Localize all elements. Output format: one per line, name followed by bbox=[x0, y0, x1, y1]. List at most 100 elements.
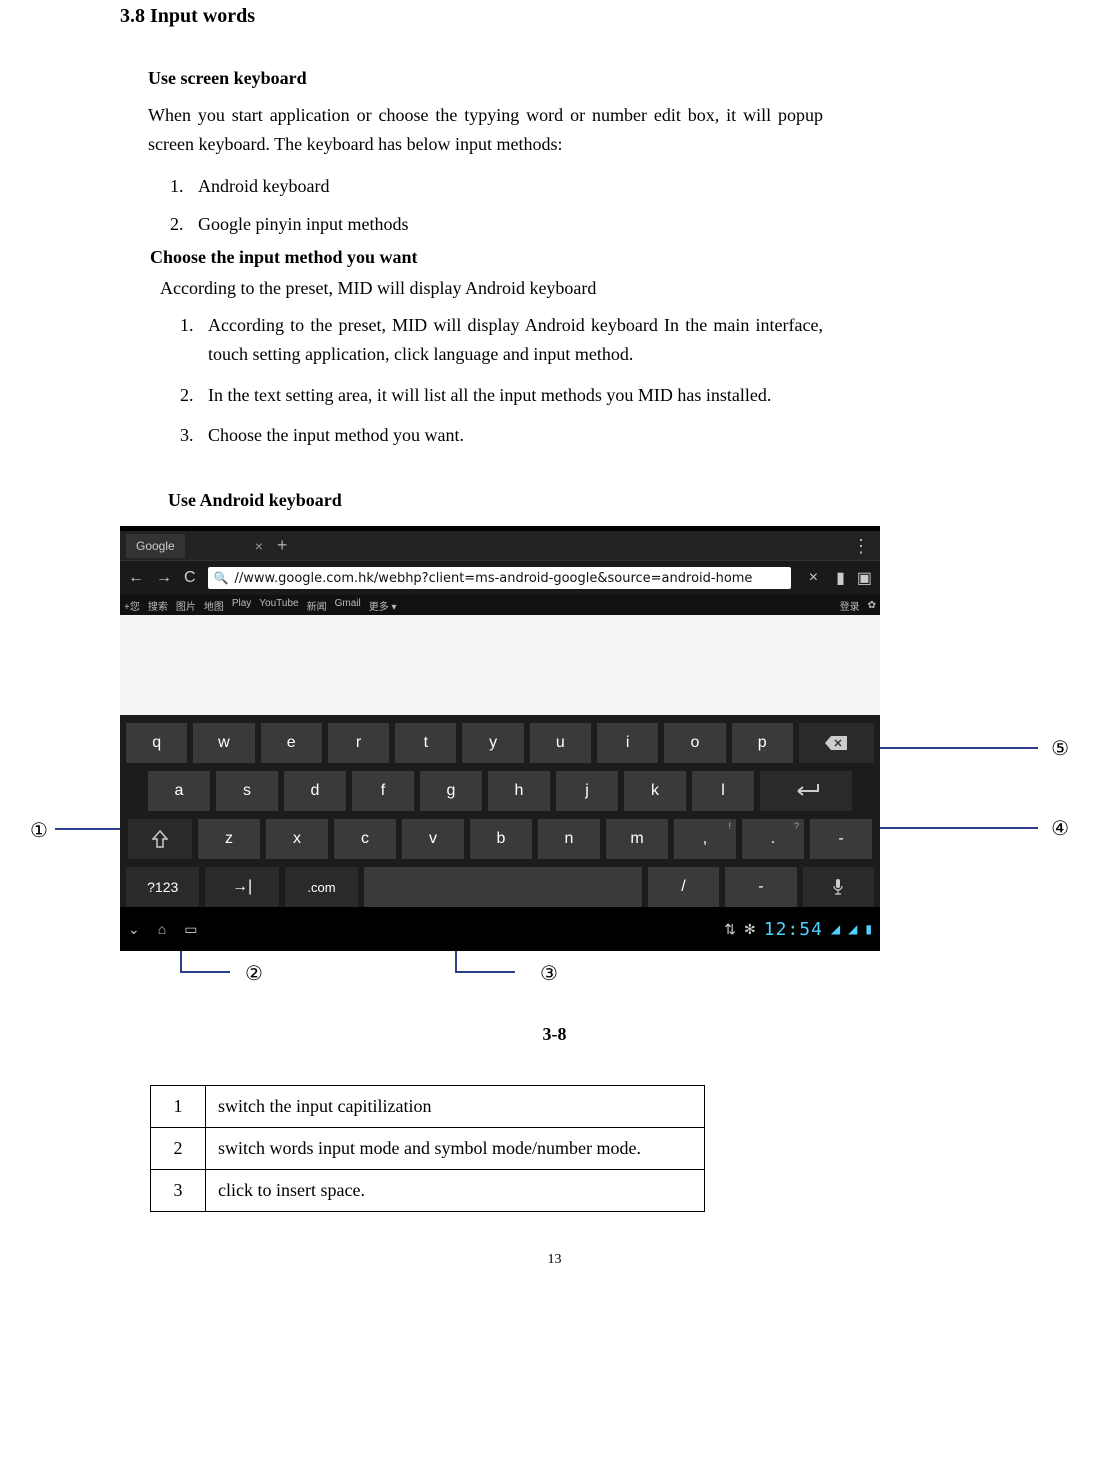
nav-hide-icon[interactable]: ⌄ bbox=[128, 921, 140, 938]
key-tab[interactable]: →| bbox=[205, 867, 278, 907]
key-p[interactable]: p bbox=[732, 723, 793, 763]
menu-icon[interactable]: ⋮ bbox=[852, 541, 870, 551]
key-o[interactable]: o bbox=[664, 723, 725, 763]
android-screenshot: Google × + ⋮ ← → C 🔍 //www.google.com.hk… bbox=[120, 526, 880, 951]
legend-text: click to insert space. bbox=[206, 1170, 705, 1212]
nav-link[interactable]: 新闻 bbox=[307, 598, 327, 613]
clear-url-icon[interactable]: × bbox=[809, 569, 818, 587]
table-row: 1 switch the input capitilization bbox=[151, 1086, 705, 1128]
key-c[interactable]: c bbox=[334, 819, 396, 859]
status-icon: ⇅ bbox=[724, 921, 736, 938]
new-tab-icon[interactable]: + bbox=[277, 535, 288, 556]
key-v[interactable]: v bbox=[402, 819, 464, 859]
key-m[interactable]: m bbox=[606, 819, 668, 859]
page-number: 13 bbox=[30, 1252, 1079, 1268]
key-f[interactable]: f bbox=[352, 771, 414, 811]
paragraph-preset: According to the preset, MID will displa… bbox=[160, 278, 823, 299]
nav-recent-icon[interactable]: ▭ bbox=[184, 921, 197, 938]
key-u[interactable]: u bbox=[530, 723, 591, 763]
key-a[interactable]: a bbox=[148, 771, 210, 811]
callout-line bbox=[180, 971, 230, 973]
heading-use-screen-keyboard: Use screen keyboard bbox=[148, 68, 823, 89]
nav-link[interactable]: Gmail bbox=[335, 598, 361, 613]
nav-link[interactable]: +您 bbox=[124, 598, 140, 613]
bookmarks-icon[interactable]: ▮ bbox=[836, 568, 845, 588]
browser-tab[interactable]: Google bbox=[126, 534, 185, 558]
key-j[interactable]: j bbox=[556, 771, 618, 811]
key-n[interactable]: n bbox=[538, 819, 600, 859]
key-z[interactable]: z bbox=[198, 819, 260, 859]
key-l[interactable]: l bbox=[692, 771, 754, 811]
key-space[interactable] bbox=[364, 867, 642, 907]
callout-line bbox=[455, 971, 515, 973]
list-choose-steps: According to the preset, MID will displa… bbox=[198, 311, 823, 450]
table-row: 2 switch words input mode and symbol mod… bbox=[151, 1128, 705, 1170]
legend-num: 3 bbox=[151, 1170, 206, 1212]
key-period[interactable]: .? bbox=[742, 819, 804, 859]
key-mode-switch[interactable]: ?123 bbox=[126, 867, 199, 907]
key-d[interactable]: d bbox=[284, 771, 346, 811]
heading-use-android-keyboard: Use Android keyboard bbox=[168, 490, 823, 511]
key-slash[interactable]: / bbox=[648, 867, 719, 907]
wifi-icon: ◢ bbox=[831, 922, 840, 936]
browser-toolbar: ← → C 🔍 //www.google.com.hk/webhp?client… bbox=[120, 561, 880, 595]
browser-tab-bar: Google × + ⋮ bbox=[120, 531, 880, 561]
close-tab-icon[interactable]: × bbox=[255, 538, 263, 554]
legend-num: 2 bbox=[151, 1128, 206, 1170]
key-dash[interactable]: - bbox=[810, 819, 872, 859]
key-mic[interactable] bbox=[803, 867, 874, 907]
url-text: //www.google.com.hk/webhp?client=ms-andr… bbox=[235, 571, 753, 586]
list-item: Choose the input method you want. bbox=[198, 421, 823, 450]
key-q[interactable]: q bbox=[126, 723, 187, 763]
nav-link[interactable]: Play bbox=[232, 598, 251, 613]
key-x[interactable]: x bbox=[266, 819, 328, 859]
key-s[interactable]: s bbox=[216, 771, 278, 811]
key-shift[interactable] bbox=[128, 819, 192, 859]
key-w[interactable]: w bbox=[193, 723, 254, 763]
reload-icon[interactable]: C bbox=[184, 569, 196, 587]
login-link[interactable]: 登录 bbox=[840, 598, 860, 613]
figure-keyboard-screenshot: ① ⑤ ④ ② ③ Google × + ⋮ bbox=[30, 526, 1079, 1016]
key-r[interactable]: r bbox=[328, 723, 389, 763]
battery-icon: ▮ bbox=[865, 922, 872, 936]
list-item: Google pinyin input methods bbox=[188, 207, 823, 241]
star-icon[interactable]: ▣ bbox=[857, 568, 872, 588]
key-t[interactable]: t bbox=[395, 723, 456, 763]
heading-choose-input: Choose the input method you want bbox=[150, 247, 823, 268]
callout-line bbox=[858, 747, 1038, 749]
key-b[interactable]: b bbox=[470, 819, 532, 859]
key-i[interactable]: i bbox=[597, 723, 658, 763]
key-backspace[interactable] bbox=[799, 723, 874, 763]
legend-num: 1 bbox=[151, 1086, 206, 1128]
key-g[interactable]: g bbox=[420, 771, 482, 811]
on-screen-keyboard: q w e r t y u i o p a s d f g bbox=[120, 715, 880, 907]
nav-link[interactable]: 图片 bbox=[176, 598, 196, 613]
key-e[interactable]: e bbox=[261, 723, 322, 763]
nav-link[interactable]: YouTube bbox=[259, 598, 298, 613]
nav-link[interactable]: 更多 ▾ bbox=[369, 598, 397, 613]
url-input[interactable]: 🔍 //www.google.com.hk/webhp?client=ms-an… bbox=[208, 567, 791, 589]
status-icon: ✻ bbox=[744, 921, 756, 938]
key-enter[interactable] bbox=[760, 771, 852, 811]
callout-5: ⑤ bbox=[1051, 736, 1069, 761]
callout-4: ④ bbox=[1051, 816, 1069, 841]
table-row: 3 click to insert space. bbox=[151, 1170, 705, 1212]
forward-icon[interactable]: → bbox=[156, 569, 172, 587]
key-k[interactable]: k bbox=[624, 771, 686, 811]
legend-text: switch words input mode and symbol mode/… bbox=[206, 1128, 705, 1170]
callout-3: ③ bbox=[540, 961, 558, 986]
key-dotcom[interactable]: .com bbox=[285, 867, 358, 907]
paragraph-intro: When you start application or choose the… bbox=[148, 101, 823, 159]
nav-home-icon[interactable]: ⌂ bbox=[158, 921, 166, 938]
back-icon[interactable]: ← bbox=[128, 569, 144, 587]
nav-link[interactable]: 地图 bbox=[204, 598, 224, 613]
list-item: In the text setting area, it will list a… bbox=[198, 381, 823, 410]
key-h[interactable]: h bbox=[488, 771, 550, 811]
nav-link[interactable]: 搜索 bbox=[148, 598, 168, 613]
signal-icon: ◢ bbox=[848, 922, 857, 936]
key-dash-2[interactable]: - bbox=[725, 867, 796, 907]
gear-icon[interactable]: ✿ bbox=[868, 600, 876, 611]
key-y[interactable]: y bbox=[462, 723, 523, 763]
key-comma[interactable]: ,! bbox=[674, 819, 736, 859]
legend-table: 1 switch the input capitilization 2 swit… bbox=[150, 1085, 705, 1212]
